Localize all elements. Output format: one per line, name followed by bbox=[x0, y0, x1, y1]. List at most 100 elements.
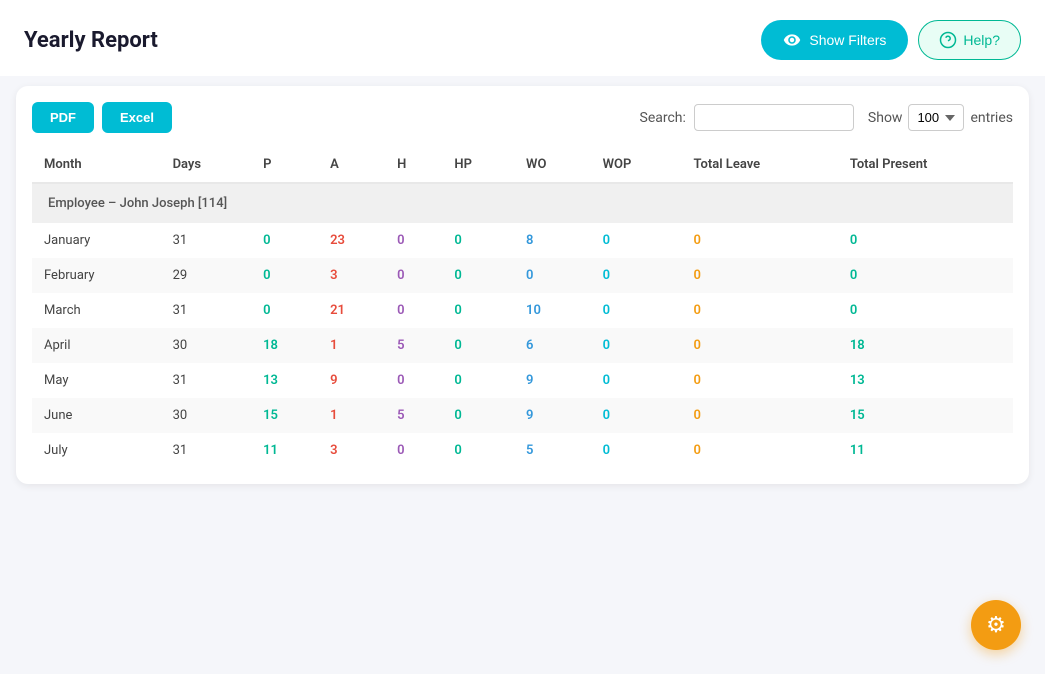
table-cell: 8 bbox=[514, 223, 591, 258]
table-cell: 0 bbox=[442, 293, 514, 328]
table-row: June301515090015 bbox=[32, 398, 1013, 433]
table-cell: 31 bbox=[161, 223, 252, 258]
table-header: Month Days P A H HP WO WOP Total Leave T… bbox=[32, 147, 1013, 183]
table-cell: 0 bbox=[591, 223, 682, 258]
table-cell: 9 bbox=[514, 363, 591, 398]
table-cell: April bbox=[32, 328, 161, 363]
table-cell: 0 bbox=[591, 363, 682, 398]
excel-button[interactable]: Excel bbox=[102, 102, 172, 133]
col-total-present: Total Present bbox=[838, 147, 1013, 183]
yearly-report-table: Month Days P A H HP WO WOP Total Leave T… bbox=[32, 147, 1013, 468]
col-h: H bbox=[385, 147, 442, 183]
table-cell: 0 bbox=[251, 223, 318, 258]
entries-label: entries bbox=[970, 110, 1013, 126]
table-cell: 11 bbox=[251, 433, 318, 468]
table-cell: 15 bbox=[251, 398, 318, 433]
table-cell: 13 bbox=[838, 363, 1013, 398]
page-title: Yearly Report bbox=[24, 28, 158, 53]
main-content: PDF Excel Search: Show 100 10 25 50 entr… bbox=[16, 86, 1029, 484]
col-hp: HP bbox=[442, 147, 514, 183]
col-p: P bbox=[251, 147, 318, 183]
table-cell: 0 bbox=[681, 328, 837, 363]
table-row: May311390090013 bbox=[32, 363, 1013, 398]
header-buttons: Show Filters Help? bbox=[761, 20, 1021, 60]
table-row: February2903000000 bbox=[32, 258, 1013, 293]
table-cell: 0 bbox=[442, 223, 514, 258]
table-cell: 0 bbox=[838, 223, 1013, 258]
table-cell: 0 bbox=[442, 258, 514, 293]
show-area: Show 100 10 25 50 entries bbox=[868, 104, 1013, 131]
show-filters-button[interactable]: Show Filters bbox=[761, 20, 908, 60]
show-filters-label: Show Filters bbox=[809, 32, 886, 48]
table-cell: 5 bbox=[514, 433, 591, 468]
col-total-leave: Total Leave bbox=[681, 147, 837, 183]
col-a: A bbox=[318, 147, 385, 183]
page-header: Yearly Report Show Filters Help? bbox=[0, 0, 1045, 76]
table-cell: 0 bbox=[514, 258, 591, 293]
table-cell: 0 bbox=[681, 433, 837, 468]
search-label: Search: bbox=[640, 110, 686, 126]
table-cell: 0 bbox=[442, 433, 514, 468]
table-cell: 11 bbox=[838, 433, 1013, 468]
col-wo: WO bbox=[514, 147, 591, 183]
table-cell: 0 bbox=[681, 293, 837, 328]
table-cell: 0 bbox=[385, 223, 442, 258]
table-cell: 23 bbox=[318, 223, 385, 258]
table-cell: 29 bbox=[161, 258, 252, 293]
table-cell: March bbox=[32, 293, 161, 328]
search-input[interactable] bbox=[694, 104, 854, 131]
table-cell: 5 bbox=[385, 328, 442, 363]
help-button[interactable]: Help? bbox=[918, 20, 1021, 60]
table-cell: 0 bbox=[838, 293, 1013, 328]
table-cell: 1 bbox=[318, 398, 385, 433]
employee-group-row: Employee – John Joseph [114] bbox=[32, 183, 1013, 223]
employee-group-label: Employee – John Joseph [114] bbox=[32, 183, 1013, 223]
eye-icon bbox=[783, 31, 801, 49]
table-cell: July bbox=[32, 433, 161, 468]
toolbar-right: Search: Show 100 10 25 50 entries bbox=[640, 104, 1013, 131]
pdf-button[interactable]: PDF bbox=[32, 102, 94, 133]
table-cell: 18 bbox=[251, 328, 318, 363]
table-cell: May bbox=[32, 363, 161, 398]
col-days: Days bbox=[161, 147, 252, 183]
table-cell: 15 bbox=[838, 398, 1013, 433]
table-cell: 0 bbox=[681, 223, 837, 258]
table-row: April301815060018 bbox=[32, 328, 1013, 363]
table-cell: 0 bbox=[591, 398, 682, 433]
toolbar: PDF Excel Search: Show 100 10 25 50 entr… bbox=[32, 102, 1013, 133]
table-cell: 0 bbox=[591, 328, 682, 363]
table-cell: 0 bbox=[591, 293, 682, 328]
fab-button[interactable]: ⚙ bbox=[971, 600, 1021, 650]
table-cell: 3 bbox=[318, 433, 385, 468]
question-icon bbox=[939, 31, 957, 49]
table-cell: 13 bbox=[251, 363, 318, 398]
col-wop: WOP bbox=[591, 147, 682, 183]
col-month: Month bbox=[32, 147, 161, 183]
table-row: July311130050011 bbox=[32, 433, 1013, 468]
table-cell: January bbox=[32, 223, 161, 258]
table-cell: 0 bbox=[681, 398, 837, 433]
table-cell: 0 bbox=[442, 328, 514, 363]
table-cell: 0 bbox=[385, 433, 442, 468]
table-cell: 18 bbox=[838, 328, 1013, 363]
table-cell: 0 bbox=[385, 293, 442, 328]
entries-select[interactable]: 100 10 25 50 bbox=[908, 104, 964, 131]
table-cell: 0 bbox=[591, 433, 682, 468]
table-cell: 30 bbox=[161, 398, 252, 433]
search-area: Search: bbox=[640, 104, 854, 131]
table-cell: 0 bbox=[251, 258, 318, 293]
table-cell: 0 bbox=[385, 258, 442, 293]
table-cell: 31 bbox=[161, 363, 252, 398]
table-body: Employee – John Joseph [114]January31023… bbox=[32, 183, 1013, 468]
table-cell: 0 bbox=[681, 363, 837, 398]
table-cell: 1 bbox=[318, 328, 385, 363]
help-label: Help? bbox=[963, 32, 1000, 48]
table-cell: 31 bbox=[161, 293, 252, 328]
table-cell: 30 bbox=[161, 328, 252, 363]
table-cell: February bbox=[32, 258, 161, 293]
table-cell: 5 bbox=[385, 398, 442, 433]
table-cell: 0 bbox=[838, 258, 1013, 293]
table-cell: 0 bbox=[442, 398, 514, 433]
table-cell: 9 bbox=[318, 363, 385, 398]
table-row: March310210010000 bbox=[32, 293, 1013, 328]
